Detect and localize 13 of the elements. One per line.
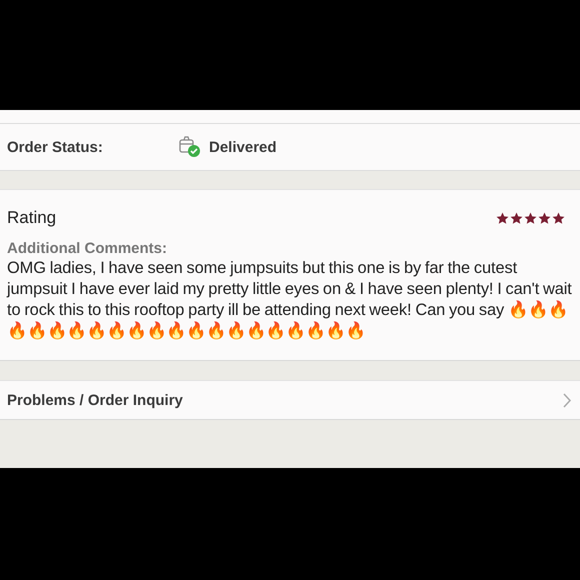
chevron-right-icon — [563, 392, 572, 408]
star-icon — [524, 212, 537, 224]
rating-title: Rating — [7, 208, 56, 228]
problems-order-inquiry-link[interactable]: Problems / Order Inquiry — [0, 380, 580, 420]
order-status-label: Order Status: — [7, 138, 104, 156]
star-icon — [552, 212, 565, 224]
comment-text: OMG ladies, I have seen some jumpsuits but this one is by far the cutest jumpsuit I have ever laid my pretty little eyes on & I have seen plenty! I can't wait to rock this to this rooftop party ill be attending next week! Can you say 🔥🔥🔥🔥🔥🔥🔥🔥🔥🔥🔥🔥🔥🔥🔥🔥🔥🔥🔥🔥🔥 — [7, 258, 573, 342]
star-icon — [496, 212, 509, 224]
star-icon — [538, 212, 551, 224]
comments-label: Additional Comments: — [7, 240, 168, 257]
star-icon — [510, 212, 523, 224]
delivered-box-icon — [179, 136, 201, 158]
order-status-value: Delivered — [209, 138, 277, 156]
